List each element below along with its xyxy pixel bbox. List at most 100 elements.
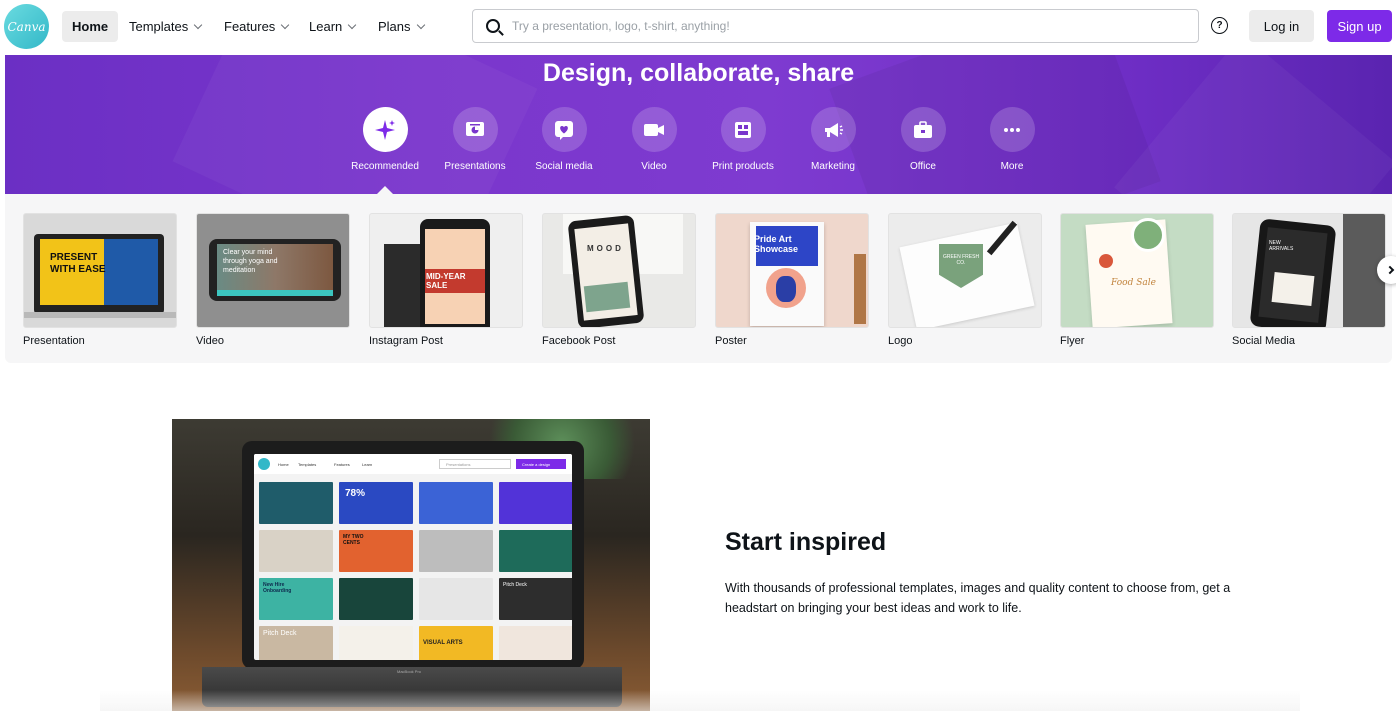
category-more[interactable]: More <box>962 107 1062 172</box>
hero-banner: Design, collaborate, share Recommended P… <box>5 55 1392 194</box>
chevron-right-icon <box>1385 265 1394 275</box>
template-label: Flyer <box>1060 335 1085 347</box>
thumb-text: Pride Art Showcase <box>754 234 799 254</box>
nav-learn[interactable]: Learn <box>299 11 365 42</box>
template-card-video[interactable]: Clear your mind through yoga and meditat… <box>196 213 350 347</box>
template-card-instagram-post[interactable]: MID-YEAR SALE Instagram Post <box>369 213 523 347</box>
top-nav: Canva Home Templates Features Learn Plan… <box>0 0 1396 52</box>
heart-icon <box>541 107 587 152</box>
login-button[interactable]: Log in <box>1249 10 1314 42</box>
template-label: Presentation <box>23 335 85 347</box>
canva-logo[interactable]: Canva <box>4 4 49 49</box>
nav-plans-label: Plans <box>378 19 411 34</box>
template-thumbnail: PRESENT WITH EASE <box>23 213 177 328</box>
laptop-photo: Home Templates Features Learn Presentati… <box>172 419 650 711</box>
thumb-text: Clear your mind through yoga and meditat… <box>223 249 278 274</box>
print-icon <box>720 107 766 152</box>
nav-templates[interactable]: Templates <box>119 11 211 42</box>
briefcase-icon <box>900 107 946 152</box>
thumb-text: PRESENT WITH EASE <box>50 252 106 275</box>
video-camera-icon <box>631 107 677 152</box>
nav-plans[interactable]: Plans <box>368 11 434 42</box>
mini-search: Presentations <box>446 462 471 467</box>
nav-templates-label: Templates <box>129 19 189 34</box>
template-thumbnail: GREEN FRESH CO. <box>888 213 1042 328</box>
mini-tile-text: 78% <box>345 488 366 499</box>
template-thumbnail: MID-YEAR SALE <box>369 213 523 328</box>
presentation-icon <box>452 107 498 152</box>
chevron-down-icon <box>348 20 357 29</box>
logo-text: Canva <box>7 19 46 34</box>
chevron-down-icon <box>281 20 290 29</box>
nav-features-label: Features <box>224 19 276 34</box>
mini-nav-item: Home <box>278 462 289 467</box>
laptop-brand: MacBook Pro <box>397 669 422 674</box>
mini-create: Create a design <box>522 462 551 467</box>
chevron-down-icon <box>194 20 203 29</box>
thumb-text: Food Sale <box>1111 278 1156 288</box>
category-marketing[interactable]: Marketing <box>783 107 883 172</box>
mini-tile-text: VISUAL ARTS <box>423 640 463 646</box>
category-office[interactable]: Office <box>873 107 973 172</box>
nav-learn-label: Learn <box>309 19 343 34</box>
mini-nav-item: Learn <box>362 462 373 467</box>
template-label: Logo <box>888 335 913 347</box>
category-label: More <box>1000 161 1024 172</box>
template-card-presentation[interactable]: PRESENT WITH EASE Presentation <box>23 213 177 347</box>
thumb-text: MID-YEAR SALE <box>426 272 466 290</box>
nav-home[interactable]: Home <box>62 11 119 42</box>
category-label: Social media <box>535 161 593 172</box>
nav-features[interactable]: Features <box>214 11 298 42</box>
mini-nav: Home Templates Features Learn Presentati… <box>254 454 572 474</box>
thumb-text: GREEN FRESH CO. <box>942 254 980 266</box>
category-recommended[interactable]: Recommended <box>335 107 435 172</box>
search-bar[interactable] <box>472 9 1199 43</box>
mini-nav-item: Templates <box>298 462 317 467</box>
template-card-poster[interactable]: Pride Art Showcase Poster <box>715 213 869 347</box>
mini-tile-text: New Hire Onboarding <box>263 582 292 594</box>
category-print-products[interactable]: Print products <box>693 107 793 172</box>
category-label: Marketing <box>811 161 855 172</box>
template-card-logo[interactable]: GREEN FRESH CO. Logo <box>888 213 1042 347</box>
nav-home-label: Home <box>72 19 109 34</box>
template-card-flyer[interactable]: Food Sale Flyer <box>1060 213 1214 347</box>
category-label: Print products <box>712 161 774 172</box>
more-dots-icon <box>989 107 1035 152</box>
signup-button[interactable]: Sign up <box>1327 10 1392 42</box>
template-card-facebook-post[interactable]: MOOD Facebook Post <box>542 213 696 347</box>
category-social-media[interactable]: Social media <box>514 107 614 172</box>
template-thumbnail: Food Sale <box>1060 213 1214 328</box>
template-carousel: PRESENT WITH EASE Presentation Clear you… <box>5 194 1392 363</box>
template-label: Poster <box>715 335 747 347</box>
section-description: With thousands of professional templates… <box>725 581 1231 615</box>
category-label: Recommended <box>351 161 419 172</box>
category-presentations[interactable]: Presentations <box>425 107 525 172</box>
laptop-screen-content: Home Templates Features Learn Presentati… <box>254 454 572 660</box>
active-category-pointer <box>377 186 393 194</box>
thumb-text: NEW ARRIVALS <box>1269 240 1294 252</box>
template-card-social-media[interactable]: NEW ARRIVALS Social Media <box>1232 213 1386 347</box>
help-icon[interactable]: ? <box>1211 17 1228 34</box>
template-label: Instagram Post <box>369 335 443 347</box>
category-video[interactable]: Video <box>604 107 704 172</box>
template-thumbnail: Pride Art Showcase <box>715 213 869 328</box>
mini-tile-text: Pitch Deck <box>503 582 527 588</box>
thumb-text: MOOD <box>587 244 624 253</box>
category-label: Video <box>641 161 667 172</box>
template-label: Social Media <box>1232 335 1295 347</box>
signup-label: Sign up <box>1337 18 1382 34</box>
search-icon <box>486 19 500 33</box>
category-label: Office <box>910 161 936 172</box>
template-label: Facebook Post <box>542 335 616 347</box>
laptop-screen: Home Templates Features Learn Presentati… <box>242 441 584 669</box>
login-label: Log in <box>1263 18 1300 34</box>
chevron-down-icon <box>416 20 425 29</box>
mini-tile-text: Pitch Deck <box>263 630 297 637</box>
section-title: Start inspired <box>725 528 887 556</box>
sparkle-icon <box>362 107 408 152</box>
template-thumbnail: NEW ARRIVALS <box>1232 213 1386 328</box>
search-input[interactable] <box>512 19 1192 33</box>
category-label: Presentations <box>444 161 506 172</box>
megaphone-icon <box>810 107 856 152</box>
help-glyph: ? <box>1216 20 1223 31</box>
